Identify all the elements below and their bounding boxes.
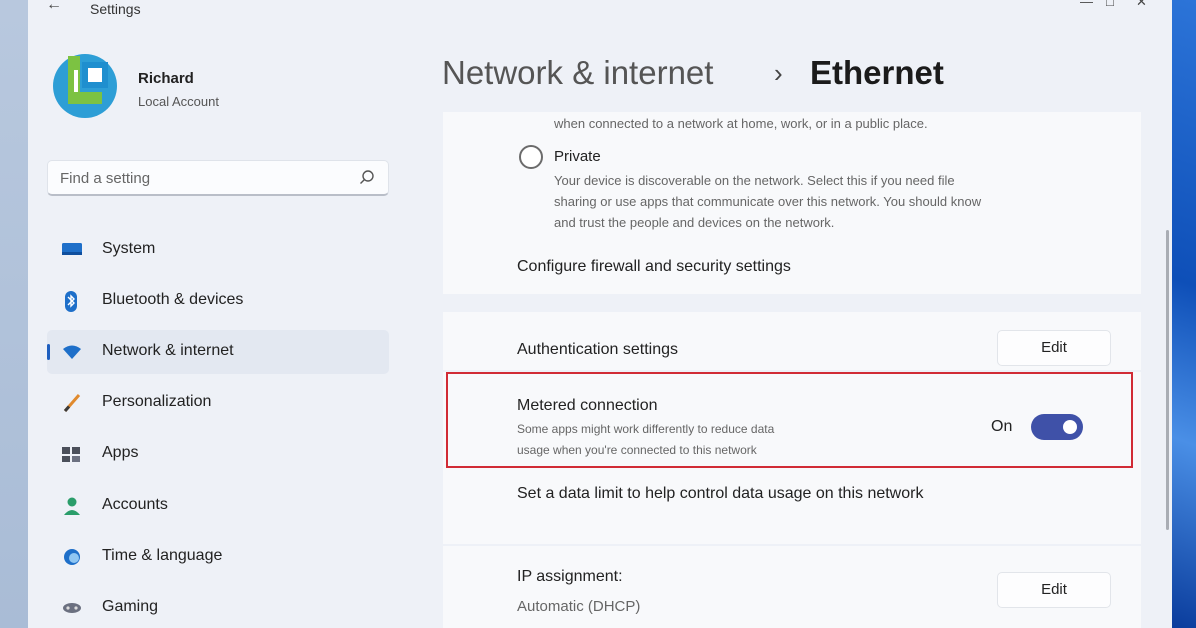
close-icon[interactable]: ✕ xyxy=(1136,0,1147,10)
window-title: Settings xyxy=(90,1,141,17)
data-limit-link[interactable]: Set a data limit to help control data us… xyxy=(517,485,923,503)
apps-icon xyxy=(61,444,81,464)
private-description-line: and trust the people and devices on the … xyxy=(554,215,835,230)
search-placeholder: Find a setting xyxy=(60,170,151,187)
highlight-box xyxy=(446,372,1133,468)
ip-assignment-label: IP assignment: xyxy=(517,568,623,585)
private-description-line: sharing or use apps that communicate ove… xyxy=(554,194,982,209)
settings-window: ← Settings — □ ✕ Richard Local Account F… xyxy=(28,0,1172,628)
search-icon[interactable] xyxy=(358,169,376,192)
scrollbar[interactable] xyxy=(1166,230,1169,530)
sidebar-item-label: Accounts xyxy=(102,496,168,513)
sidebar-item-label: Bluetooth & devices xyxy=(102,291,244,308)
sidebar-item-time-language[interactable]: Time & language xyxy=(47,535,389,579)
network-profile-card: when connected to a network at home, wor… xyxy=(443,112,1141,294)
private-description-line: Your device is discoverable on the netwo… xyxy=(554,173,955,188)
title-bar: ← Settings — □ ✕ xyxy=(28,0,1172,22)
ip-assignment-value: Automatic (DHCP) xyxy=(517,598,641,615)
sidebar-item-label: System xyxy=(102,240,156,257)
private-label[interactable]: Private xyxy=(554,148,601,165)
public-description: when connected to a network at home, wor… xyxy=(554,116,928,131)
sidebar-item-label: Time & language xyxy=(102,547,223,564)
sidebar-item-label: Network & internet xyxy=(102,342,234,359)
monitor-icon xyxy=(61,240,82,260)
firewall-settings-link[interactable]: Configure firewall and security settings xyxy=(517,258,791,276)
selection-indicator xyxy=(47,344,50,360)
wifi-icon xyxy=(61,342,81,362)
sidebar-item-bluetooth[interactable]: Bluetooth & devices xyxy=(47,279,389,323)
breadcrumb-separator: › xyxy=(774,58,783,88)
ip-edit-button[interactable]: Edit xyxy=(997,572,1111,608)
page-title: Ethernet xyxy=(810,54,944,91)
ip-assignment-card: IP assignment: Automatic (DHCP) Edit xyxy=(443,546,1141,628)
authentication-edit-button[interactable]: Edit xyxy=(997,330,1111,366)
search-input[interactable]: Find a setting xyxy=(47,160,389,196)
desktop-background-left xyxy=(0,0,28,628)
user-name: Richard xyxy=(138,70,194,87)
maximize-icon[interactable]: □ xyxy=(1106,0,1114,9)
brush-icon xyxy=(61,393,81,413)
person-icon xyxy=(61,496,81,516)
sidebar-item-label: Gaming xyxy=(102,598,159,615)
settings-content: when connected to a network at home, wor… xyxy=(443,112,1141,628)
controller-icon xyxy=(61,598,81,618)
back-arrow-icon[interactable]: ← xyxy=(46,0,62,14)
sidebar-item-personalization[interactable]: Personalization xyxy=(47,381,389,425)
sidebar-item-label: Apps xyxy=(102,444,139,461)
sidebar-item-apps[interactable]: Apps xyxy=(47,432,389,476)
authentication-label: Authentication settings xyxy=(517,341,678,358)
private-radio[interactable] xyxy=(519,145,543,169)
minimize-icon[interactable]: — xyxy=(1080,0,1093,9)
sidebar-item-label: Personalization xyxy=(102,393,212,410)
sidebar-item-accounts[interactable]: Accounts xyxy=(47,484,389,528)
sidebar-item-network[interactable]: Network & internet xyxy=(47,330,389,374)
desktop-wallpaper-right xyxy=(1172,0,1196,628)
avatar[interactable] xyxy=(52,48,118,124)
globe-clock-icon xyxy=(61,547,81,567)
breadcrumb-parent[interactable]: Network & internet xyxy=(442,54,713,92)
bluetooth-icon xyxy=(61,291,81,312)
sidebar-item-system[interactable]: System xyxy=(47,228,389,272)
authentication-card: Authentication settings Edit xyxy=(443,312,1141,370)
sidebar-item-gaming[interactable]: Gaming xyxy=(47,586,389,628)
account-type: Local Account xyxy=(138,94,219,109)
